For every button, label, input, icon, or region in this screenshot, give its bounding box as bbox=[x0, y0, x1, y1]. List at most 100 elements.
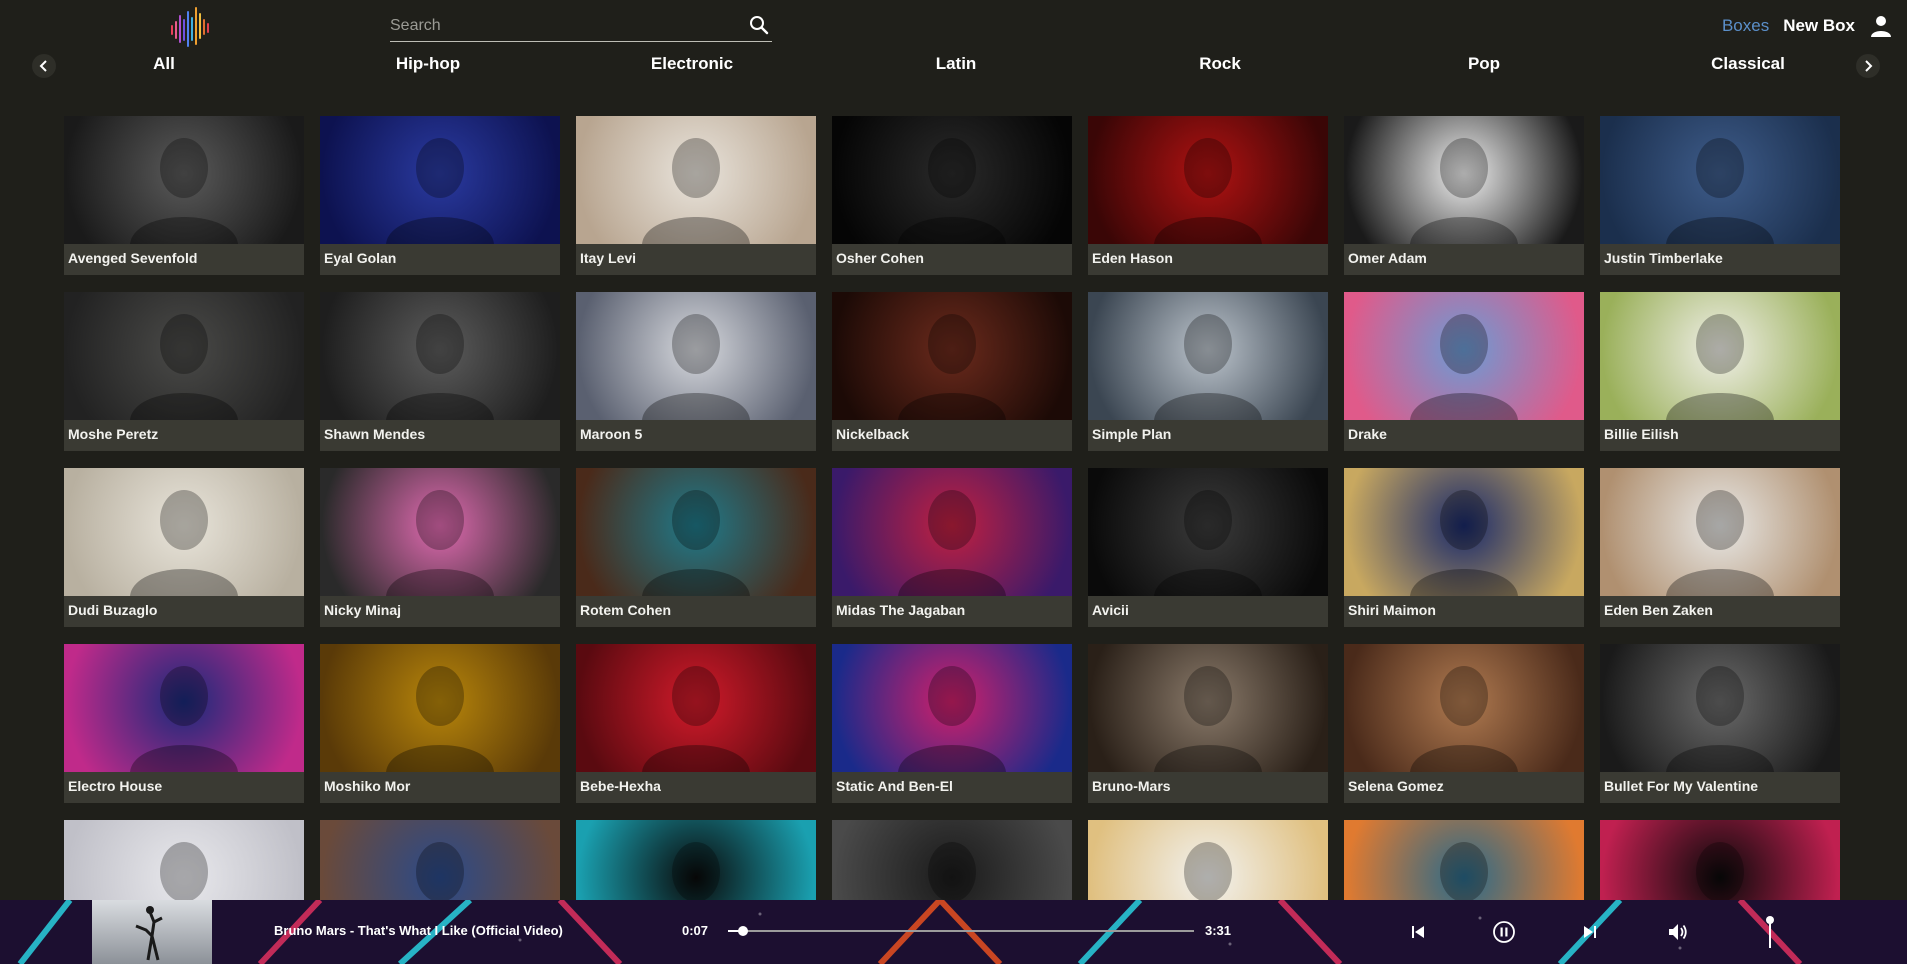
search-icon[interactable] bbox=[748, 14, 770, 36]
genre-tab-hip-hop[interactable]: Hip-hop bbox=[396, 54, 460, 74]
artist-card[interactable] bbox=[1600, 820, 1840, 900]
artist-card[interactable]: Shiri Maimon bbox=[1344, 468, 1584, 627]
genre-tab-all[interactable]: All bbox=[153, 54, 175, 74]
artist-card[interactable]: Rotem Cohen bbox=[576, 468, 816, 627]
artist-card[interactable]: Nicky Minaj bbox=[320, 468, 560, 627]
artist-name: Nicky Minaj bbox=[324, 602, 402, 618]
artist-name: Moshiko Mor bbox=[324, 778, 411, 794]
artist-image bbox=[320, 292, 560, 420]
artist-card[interactable]: Omer Adam bbox=[1344, 116, 1584, 275]
artist-card[interactable]: Eden Ben Zaken bbox=[1600, 468, 1840, 627]
artist-name: Bullet For My Valentine bbox=[1604, 778, 1759, 794]
artist-name: Osher Cohen bbox=[836, 250, 924, 266]
artist-card[interactable] bbox=[1088, 820, 1328, 900]
artist-image bbox=[64, 292, 304, 420]
artist-name: Electro House bbox=[68, 778, 163, 794]
artist-card[interactable] bbox=[576, 820, 816, 900]
artist-image bbox=[1344, 820, 1584, 900]
artist-card[interactable]: Drake bbox=[1344, 292, 1584, 451]
artist-card[interactable]: Itay Levi bbox=[576, 116, 816, 275]
artist-card[interactable]: Justin Timberlake bbox=[1600, 116, 1840, 275]
volume-button[interactable] bbox=[1666, 920, 1690, 944]
artist-name: Static And Ben-El bbox=[836, 778, 953, 794]
pause-icon bbox=[1493, 921, 1515, 943]
genre-scroll-left-button[interactable] bbox=[32, 54, 56, 78]
pause-button[interactable] bbox=[1492, 920, 1516, 944]
chevron-right-icon bbox=[1865, 60, 1873, 72]
app-logo[interactable] bbox=[166, 4, 226, 52]
artist-image bbox=[832, 468, 1072, 596]
volume-slider[interactable] bbox=[1758, 914, 1782, 950]
artist-card[interactable]: Bebe-Hexha bbox=[576, 644, 816, 803]
artist-name: Eyal Golan bbox=[324, 250, 397, 266]
nav-new-box-link[interactable]: New Box bbox=[1783, 16, 1855, 36]
track-thumbnail[interactable] bbox=[92, 900, 212, 964]
previous-track-button[interactable] bbox=[1406, 920, 1430, 944]
artist-card[interactable]: Osher Cohen bbox=[832, 116, 1072, 275]
artist-image bbox=[576, 468, 816, 596]
artist-card[interactable] bbox=[832, 820, 1072, 900]
artist-card[interactable]: Midas The Jagaban bbox=[832, 468, 1072, 627]
artist-card[interactable]: Selena Gomez bbox=[1344, 644, 1584, 803]
progress-bar[interactable] bbox=[728, 926, 1194, 936]
genre-tab-rock[interactable]: Rock bbox=[1199, 54, 1241, 74]
artist-card[interactable] bbox=[1344, 820, 1584, 900]
artist-name: Simple Plan bbox=[1092, 426, 1172, 442]
artist-card[interactable]: Nickelback bbox=[832, 292, 1072, 451]
artist-card[interactable]: Maroon 5 bbox=[576, 292, 816, 451]
artist-card[interactable]: Bruno-Mars bbox=[1088, 644, 1328, 803]
nav-boxes-link[interactable]: Boxes bbox=[1722, 16, 1769, 36]
artist-image bbox=[576, 820, 816, 900]
volume-icon bbox=[1669, 924, 1687, 940]
music-player: Bruno Mars - That's What I Like (Officia… bbox=[0, 900, 1907, 964]
artist-card[interactable]: Electro House bbox=[64, 644, 304, 803]
artist-name: Dudi Buzaglo bbox=[68, 602, 158, 618]
artist-card[interactable]: Eden Hason bbox=[1088, 116, 1328, 275]
artist-image bbox=[1600, 644, 1840, 772]
artist-image bbox=[64, 468, 304, 596]
artist-card[interactable]: Shawn Mendes bbox=[320, 292, 560, 451]
artist-name: Omer Adam bbox=[1348, 250, 1427, 266]
artist-name: Bebe-Hexha bbox=[580, 778, 661, 794]
genre-tab-latin[interactable]: Latin bbox=[936, 54, 977, 74]
genre-tab-electronic[interactable]: Electronic bbox=[651, 54, 733, 74]
artist-card[interactable]: Billie Eilish bbox=[1600, 292, 1840, 451]
next-track-button[interactable] bbox=[1578, 920, 1602, 944]
artist-card[interactable]: Bullet For My Valentine bbox=[1600, 644, 1840, 803]
artist-card[interactable]: Eyal Golan bbox=[320, 116, 560, 275]
artist-name: Maroon 5 bbox=[580, 426, 643, 442]
artist-image bbox=[1088, 820, 1328, 900]
artist-card[interactable]: Avenged Sevenfold bbox=[64, 116, 304, 275]
artist-image bbox=[832, 292, 1072, 420]
volume-slider-icon bbox=[1766, 916, 1774, 948]
artist-name: Avenged Sevenfold bbox=[68, 250, 198, 266]
genre-bar: All Hip-hop Electronic Latin Rock Pop Cl… bbox=[0, 50, 1907, 82]
user-icon[interactable] bbox=[1869, 14, 1893, 38]
artist-grid: Avenged Sevenfold Eyal Golan Itay Levi Oshe… bbox=[64, 116, 1842, 900]
artist-card[interactable]: Dudi Buzaglo bbox=[64, 468, 304, 627]
artist-image bbox=[832, 116, 1072, 244]
artist-card[interactable] bbox=[320, 820, 560, 900]
genre-scroll-right-button[interactable] bbox=[1856, 54, 1880, 78]
genre-tab-classical[interactable]: Classical bbox=[1711, 54, 1785, 74]
artist-image bbox=[576, 116, 816, 244]
artist-image bbox=[1088, 644, 1328, 772]
skip-previous-icon bbox=[1412, 926, 1424, 938]
artist-name: Bruno-Mars bbox=[1092, 778, 1171, 794]
artist-image bbox=[1600, 292, 1840, 420]
artist-image bbox=[1600, 468, 1840, 596]
artist-card[interactable]: Avicii bbox=[1088, 468, 1328, 627]
artist-image bbox=[1344, 116, 1584, 244]
top-nav: Boxes New Box bbox=[1722, 14, 1893, 38]
artist-image bbox=[1344, 468, 1584, 596]
artist-card[interactable]: Simple Plan bbox=[1088, 292, 1328, 451]
duration-time: 3:31 bbox=[1205, 923, 1232, 938]
artist-card[interactable]: Moshe Peretz bbox=[64, 292, 304, 451]
elapsed-time: 0:07 bbox=[682, 923, 709, 938]
artist-card[interactable] bbox=[64, 820, 304, 900]
genre-tab-pop[interactable]: Pop bbox=[1468, 54, 1500, 74]
search-input[interactable] bbox=[390, 12, 730, 40]
artist-card[interactable]: Static And Ben-El bbox=[832, 644, 1072, 803]
artist-image bbox=[1088, 116, 1328, 244]
artist-card[interactable]: Moshiko Mor bbox=[320, 644, 560, 803]
